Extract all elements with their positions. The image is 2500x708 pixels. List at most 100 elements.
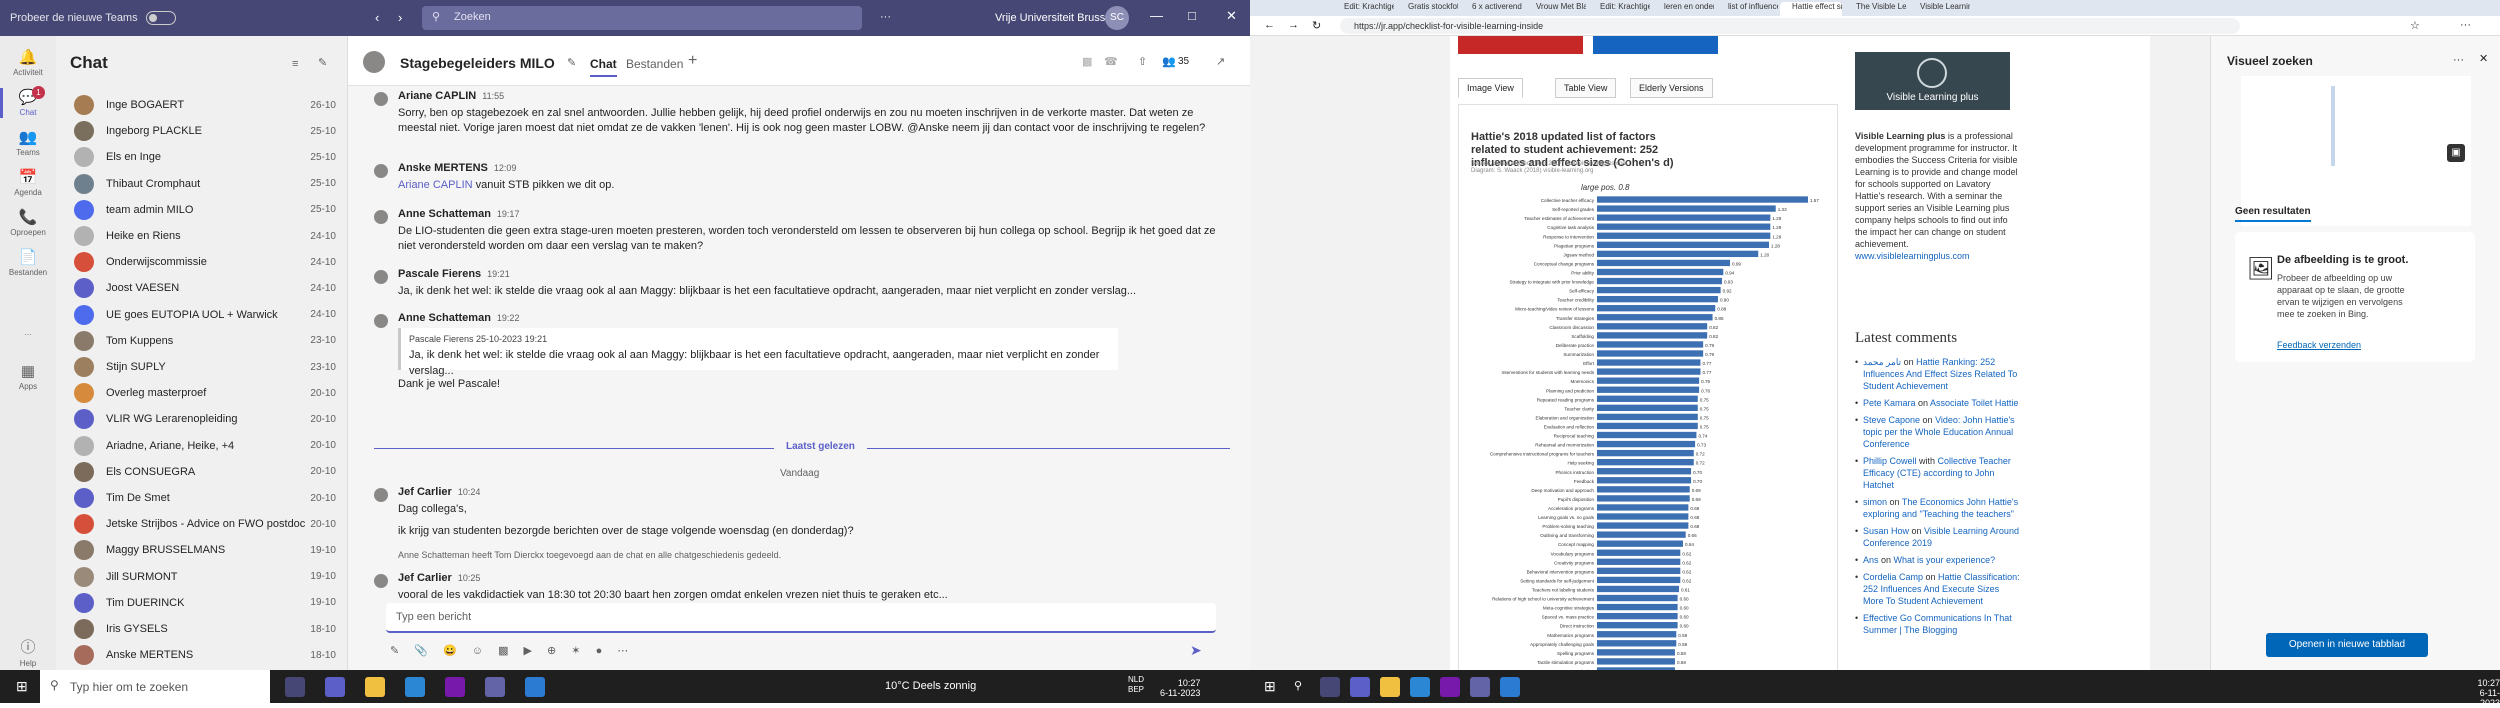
blue-button[interactable]	[1593, 36, 1718, 54]
file-explorer-icon[interactable]	[1380, 677, 1400, 697]
chat-list-item[interactable]: Anske MERTENS 18-10	[56, 642, 348, 668]
minimize-icon[interactable]: —	[1150, 8, 1163, 23]
tab-no-results[interactable]: Geen resultaten	[2235, 206, 2311, 222]
more-icon[interactable]: ···	[2453, 54, 2464, 66]
sidebar-link[interactable]: www.visiblelearningplus.com	[1855, 251, 1970, 261]
tab-image-view[interactable]: Image View	[1458, 78, 1523, 98]
back-arrow-icon[interactable]: ‹	[375, 10, 379, 25]
back-icon[interactable]: ←	[1264, 19, 1275, 31]
send-icon[interactable]: ➤	[1190, 642, 1202, 659]
visible-learning-logo[interactable]: Visible Learning plus	[1855, 52, 2010, 110]
browser-tab[interactable]: 6 x activerende...	[1460, 2, 1522, 16]
chat-list-item[interactable]: UE goes EUTOPIA UOL + Warwick 24-10	[56, 302, 348, 328]
tab-table-view[interactable]: Table View	[1555, 78, 1617, 98]
close-icon[interactable]: ✕	[1226, 8, 1237, 24]
comment-author[interactable]: simon	[1863, 497, 1887, 507]
taskbar-search-input[interactable]: ⚲ Typ hier om te zoeken	[40, 670, 270, 703]
conversation-title[interactable]: Stagebegeleiders MILO	[400, 55, 555, 71]
crop-icon[interactable]: ▣	[2447, 144, 2465, 162]
clock[interactable]: 10:27 6-11-2023	[1160, 678, 1200, 698]
edge-app-icon[interactable]	[405, 677, 425, 697]
tab-chat[interactable]: Chat	[590, 57, 617, 77]
mention[interactable]: Ariane CAPLIN	[398, 179, 473, 191]
browser-tab[interactable]: The Visible Learn...	[1844, 2, 1906, 16]
browser-tab[interactable]: Edit: Krachtige le...	[1588, 2, 1650, 16]
rail-calendar[interactable]: 📅 Agenda	[0, 168, 56, 197]
quoted-message[interactable]: Pascale Fierens 25-10-2023 19:21 Ja, ik …	[398, 328, 1118, 377]
comment-author[interactable]: Susan How	[1863, 526, 1909, 536]
browser-tab[interactable]: Visible Learning	[1908, 2, 1970, 16]
audio-call-icon[interactable]: ☎	[1104, 55, 1118, 68]
more-options-icon[interactable]: ···	[880, 11, 891, 23]
chat-list-item[interactable]: Overleg masterproef 20-10	[56, 380, 348, 406]
close-icon[interactable]: ✕	[2479, 52, 2488, 65]
favorites-icon[interactable]: ☆	[2410, 19, 2420, 32]
word-icon[interactable]	[1500, 677, 1520, 697]
share-screen-icon[interactable]: ⇧	[1138, 55, 1147, 68]
browser-tab[interactable]: Gratis stockfoto's...	[1396, 2, 1458, 16]
chat-list-item[interactable]: Jill SURMONT 19-10	[56, 564, 348, 590]
search-icon[interactable]: ⚲	[1294, 679, 1302, 692]
weather[interactable]: 10°C Deels zonnig	[885, 680, 976, 692]
pop-out-icon[interactable]: ↗	[1216, 55, 1225, 68]
browser-tab[interactable]: Vrouw Met Blauw...	[1524, 2, 1586, 16]
feedback-link[interactable]: Feedback verzenden	[2277, 340, 2361, 350]
comment-link[interactable]: Effective Go Communications In That Summ…	[1863, 613, 2012, 635]
maximize-icon[interactable]: □	[1188, 8, 1196, 23]
reload-icon[interactable]: ↻	[1312, 19, 1321, 32]
participants-count[interactable]: 35	[1178, 56, 1189, 67]
chat-list-item[interactable]: Tim DUERINCK 19-10	[56, 590, 348, 616]
red-button[interactable]	[1458, 36, 1583, 54]
tab-elderly-versions[interactable]: Elderly Versions	[1630, 78, 1713, 98]
rail-chat[interactable]: 💬 1 Chat	[0, 86, 56, 118]
browser-tab[interactable]: list of influences...	[1716, 2, 1778, 16]
search-input[interactable]: ⚲ Zoeken	[422, 6, 862, 30]
teams-app-icon[interactable]	[1320, 677, 1340, 697]
browser-tab[interactable]: leren en onderw...	[1652, 2, 1714, 16]
rail-apps[interactable]: ▦ Apps	[0, 362, 56, 391]
teams-classic-icon[interactable]	[1350, 677, 1370, 697]
app-icon[interactable]	[485, 677, 505, 697]
chat-list-item[interactable]: Maggy BRUSSELMANS 19-10	[56, 537, 348, 563]
settings-more-icon[interactable]: ···	[2460, 19, 2471, 31]
forward-icon[interactable]: →	[1288, 19, 1299, 31]
chat-list-item[interactable]: Joost VAESEN 24-10	[56, 275, 348, 301]
windows-start-icon[interactable]: ⊞	[1264, 678, 1276, 695]
video-call-icon[interactable]: ▩	[1082, 55, 1092, 68]
message-input[interactable]: Typ een bericht	[386, 603, 1216, 633]
chat-list-item[interactable]: Ingeborg PLACKLE 25-10	[56, 118, 348, 144]
chat-list-item[interactable]: Onderwijscommissie 24-10	[56, 249, 348, 275]
rail-more[interactable]: ...	[0, 328, 56, 337]
clock[interactable]: 10:27 6-11-2023	[2460, 678, 2500, 708]
rail-files[interactable]: 📄 Bestanden	[0, 248, 56, 277]
forward-arrow-icon[interactable]: ›	[398, 10, 402, 25]
onenote-icon[interactable]	[445, 677, 465, 697]
chat-list-item[interactable]: team admin MILO 25-10	[56, 197, 348, 223]
rail-teams[interactable]: 👥 Teams	[0, 128, 56, 157]
teams-classic-icon[interactable]	[325, 677, 345, 697]
teams-app-icon[interactable]	[285, 677, 305, 697]
chat-list-item[interactable]: Stijn SUPLY 23-10	[56, 354, 348, 380]
rail-calls[interactable]: 📞 Oproepen	[0, 208, 56, 237]
chat-list-item[interactable]: Iris GYSELS 18-10	[56, 616, 348, 642]
onenote-icon[interactable]	[1440, 677, 1460, 697]
app-icon[interactable]	[1470, 677, 1490, 697]
chat-list-item[interactable]: Ariadne, Ariane, Heike, +4 20-10	[56, 433, 348, 459]
url-input[interactable]: https://jr.app/checklist-for-visible-lea…	[1340, 18, 2240, 34]
rail-help[interactable]: ⓘ Help	[0, 636, 56, 668]
chat-list-item[interactable]: Tim De Smet 20-10	[56, 485, 348, 511]
image-preview[interactable]: ▣	[2241, 76, 2471, 226]
comment-link[interactable]: What is your experience?	[1894, 555, 1996, 565]
edit-icon[interactable]: ✎	[567, 56, 576, 69]
chat-list-item[interactable]: Inge BOGAERT 26-10	[56, 92, 348, 118]
compose-toolbar[interactable]: ✎ 📎 😀 ☺ ▩ ▶ ⊕ ✶ ● ⋯	[390, 644, 634, 657]
edge-app-icon[interactable]	[1410, 677, 1430, 697]
open-in-new-tab-button[interactable]: Openen in nieuwe tabblad	[2266, 633, 2428, 657]
comment-author[interactable]: Cordelia Camp	[1863, 572, 1923, 582]
organization-name[interactable]: Vrije Universiteit Brussel	[995, 12, 1114, 24]
chat-list-item[interactable]: Els en Inge 25-10	[56, 144, 348, 170]
participants-icon[interactable]: 👥	[1162, 55, 1176, 68]
add-tab-icon[interactable]: +	[688, 52, 697, 70]
chart-image[interactable]: Hattie's 2018 updated list of factors re…	[1458, 104, 1838, 674]
filter-icon[interactable]: ≡	[292, 58, 298, 70]
